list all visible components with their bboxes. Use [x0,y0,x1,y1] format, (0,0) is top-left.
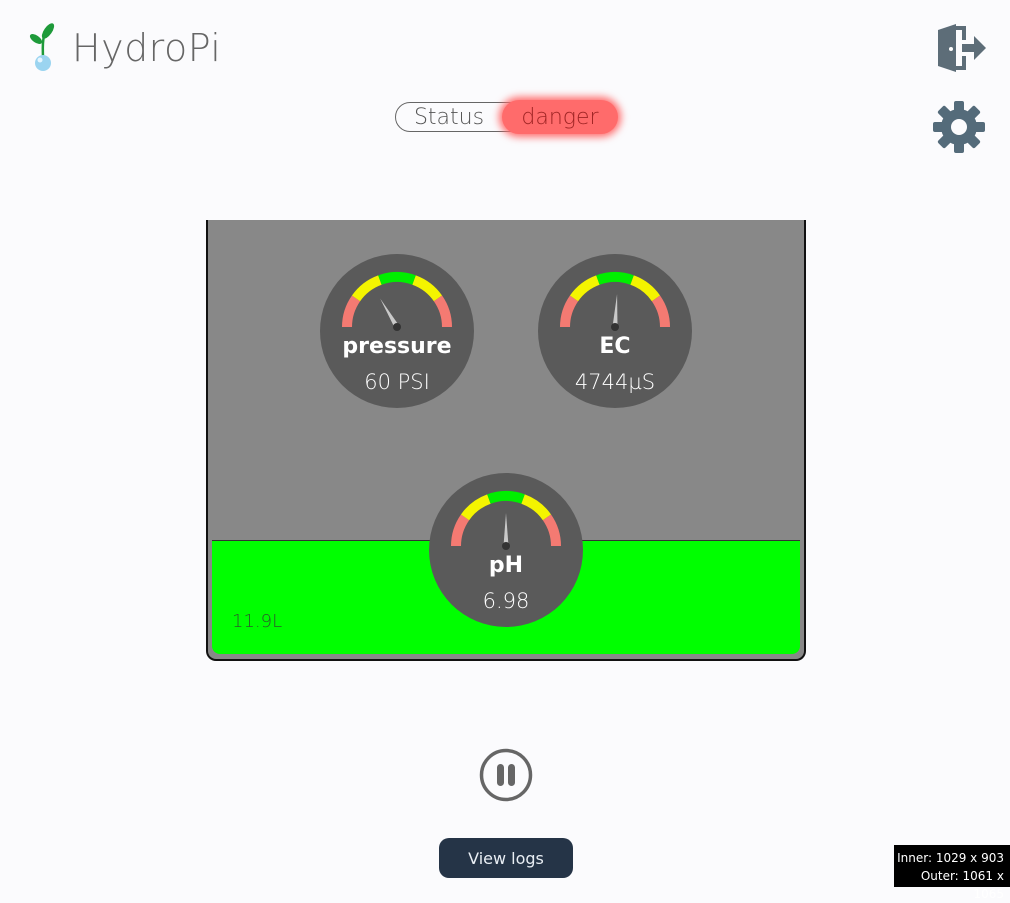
app-logo: HydroPi [26,22,221,74]
volume-readout: 11.9L [232,611,283,632]
gear-icon [933,101,985,153]
logout-button[interactable] [934,24,988,72]
viewport-size-overlay: Inner: 1029 x 903 Outer: 1061 x 1065 [894,845,1010,901]
settings-button[interactable] [932,100,986,154]
gauge-value: 6.98 [482,589,530,613]
pressure-gauge: pressure 60 PSI [320,254,474,408]
pause-button[interactable] [479,748,533,802]
gauge-hub [502,542,510,550]
ph-gauge: pH 6.98 [429,473,583,627]
gauge-scale-segment [630,275,661,302]
exit-door-icon [938,24,986,72]
gauge-hub [611,323,619,331]
gauge-scale-segment [460,494,491,521]
gauge-label: pH [488,553,524,578]
gauge-label: pressure [342,334,452,359]
gauge-scale-segment [487,491,525,504]
view-logs-button[interactable]: View logs [439,838,573,878]
status-indicator: Status danger [395,100,618,134]
gauge-value: 60 PSI [364,370,430,394]
gauge-scale-segment [560,295,579,328]
gauge-scale-segment [342,295,361,328]
gauge-scale-segment [433,295,452,328]
gauge-scale-segment [521,494,552,521]
gauge-scale-segment [596,272,634,285]
gauge-scale-segment [378,272,416,285]
ec-gauge: EC 4744µS [538,254,692,408]
status-badge: danger [502,100,618,134]
inner-size-text: Inner: 1029 x 903 [897,851,1004,865]
gauge-value: 4744µS [574,370,656,394]
gauge-needle [612,294,618,328]
outer-size-text: Outer: 1061 x 1065 [920,869,1004,901]
gauge-label: EC [599,334,631,359]
gauge-needle [503,513,509,546]
gauge-scale-segment [412,275,443,302]
gauge-scale-segment [351,275,382,302]
status-label: Status [413,104,485,130]
pause-icon [479,748,533,802]
gauge-scale-segment [651,295,670,328]
gauge-scale-segment [542,514,561,547]
sprout-icon [29,23,55,71]
app-title: HydroPi [72,26,222,70]
gauge-hub [393,323,401,331]
gauge-scale-segment [451,514,470,547]
gauge-scale-segment [569,275,600,302]
